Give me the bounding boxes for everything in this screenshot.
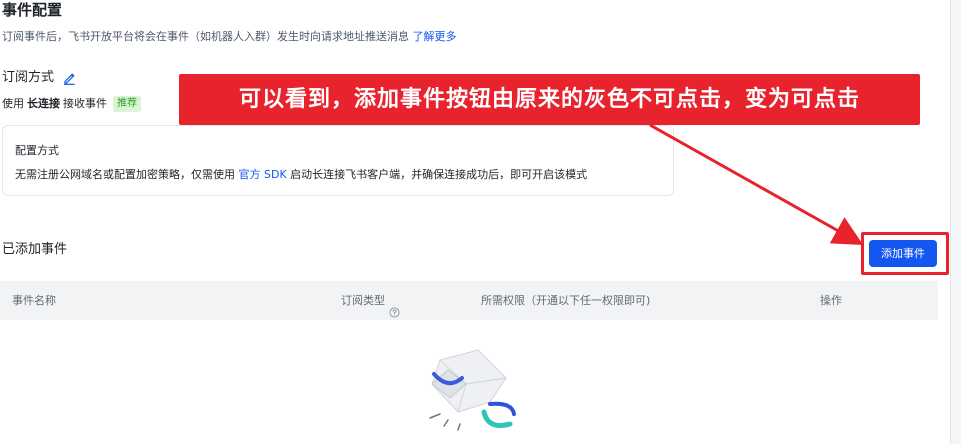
config-desc-suffix: 启动长连接飞书客户端，并确保连接成功后，即可开启该模式 [290, 168, 588, 181]
column-subscription-type-label: 订阅类型 [341, 294, 385, 307]
mode-suffix: 接收事件 [63, 97, 107, 110]
column-header-actions: 操作 [820, 281, 842, 320]
column-actions-label: 操作 [820, 294, 842, 307]
subscription-mode-title: 订阅方式 [2, 70, 55, 85]
mode-prefix: 使用 [2, 97, 24, 110]
mode-name: 长连接 [27, 97, 60, 110]
added-events-title: 已添加事件 [2, 242, 68, 257]
column-header-required-permissions: 所需权限（开通以下任一权限即可) [481, 281, 650, 320]
config-method-box: 配置方式 无需注册公网域名或配置加密策略，仅需使用 官方 SDK 启动长连接飞书… [2, 125, 674, 196]
official-sdk-link[interactable]: 官方 SDK [239, 168, 287, 181]
subscription-mode-line: 使用 长连接 接收事件 推荐 [2, 96, 141, 112]
config-method-description: 无需注册公网域名或配置加密策略，仅需使用 官方 SDK 启动长连接飞书客户端，并… [15, 168, 587, 182]
help-circle-icon[interactable] [389, 295, 400, 318]
subscription-mode-header: 订阅方式 [2, 70, 76, 86]
edit-icon[interactable] [62, 71, 76, 85]
recommend-tag: 推荐 [113, 96, 141, 112]
annotation-callout-banner: 可以看到，添加事件按钮由原来的灰色不可点击，变为可点击 [179, 74, 920, 125]
add-event-button[interactable]: 添加事件 [869, 240, 937, 267]
learn-more-link[interactable]: 了解更多 [413, 30, 457, 43]
empty-state-illustration [418, 340, 528, 444]
column-event-name-label: 事件名称 [12, 294, 56, 307]
events-table-header: 事件名称 订阅类型 所需权限（开通以下任一权限即可) 操作 [0, 281, 938, 320]
config-method-title: 配置方式 [15, 144, 59, 157]
page-title: 事件配置 [2, 1, 63, 19]
event-config-page: 事件配置 订阅事件后，飞书开放平台将会在事件（如机器人入群）发生时向请求地址推送… [0, 0, 961, 444]
column-permissions-label: 所需权限（开通以下任一权限即可) [481, 294, 651, 307]
config-desc-prefix: 无需注册公网域名或配置加密策略，仅需使用 [15, 168, 235, 181]
scrollbar-track[interactable] [950, 0, 961, 444]
column-header-subscription-type: 订阅类型 [341, 281, 400, 320]
page-description-text: 订阅事件后，飞书开放平台将会在事件（如机器人入群）发生时向请求地址推送消息 [2, 30, 409, 43]
column-header-event-name: 事件名称 [12, 281, 56, 320]
page-description: 订阅事件后，飞书开放平台将会在事件（如机器人入群）发生时向请求地址推送消息 了解… [2, 30, 457, 44]
